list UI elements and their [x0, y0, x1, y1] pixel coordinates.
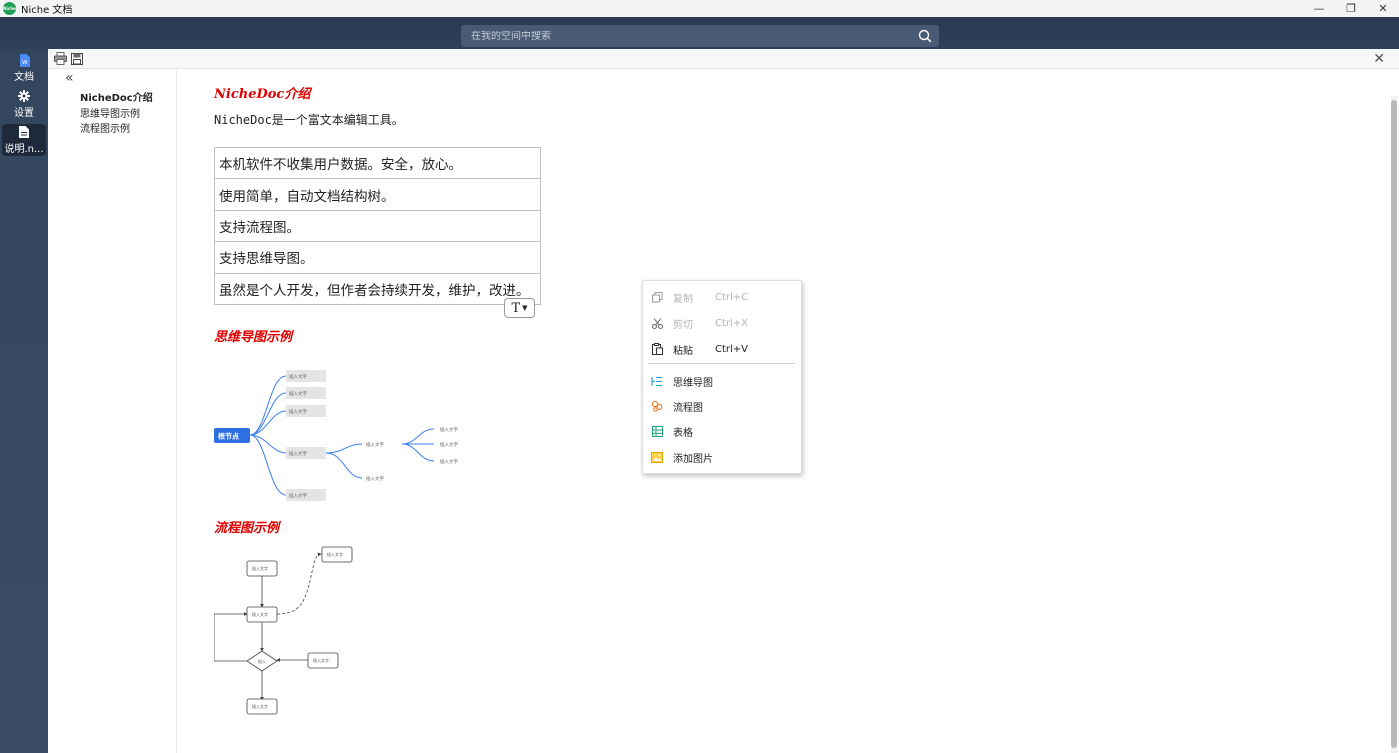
- menu-item-table[interactable]: 表格: [643, 420, 801, 442]
- menu-item-mindmap[interactable]: 思维导图: [643, 370, 801, 392]
- app-title: Niche 文档: [21, 5, 73, 16]
- mindmap-diagram[interactable]: 根节点 插入文字 插入文字 插入文字 插入文字 插入文字 插入文字 插入文字 插…: [214, 367, 474, 505]
- search-icon[interactable]: [914, 25, 936, 47]
- window-controls: — ❐ ✕: [1303, 0, 1399, 17]
- heading-intro: NicheDoc介绍: [214, 87, 311, 102]
- close-icon[interactable]: ✕: [1373, 51, 1385, 67]
- menu-item-copy[interactable]: 复制 Ctrl+C: [643, 286, 801, 308]
- menu-item-label: 复制: [673, 293, 693, 305]
- menu-separator: [649, 363, 795, 364]
- heading-flowchart: 流程图示例: [214, 521, 280, 536]
- scrollbar-thumb[interactable]: [1391, 100, 1397, 748]
- app-logo: Niche: [3, 2, 16, 15]
- flowchart-diagram[interactable]: 插入文字 插入文字 插入 插入文字 插入文字 插入文字: [214, 545, 364, 717]
- menu-item-label: 粘贴: [673, 345, 693, 357]
- paste-icon: [650, 342, 664, 356]
- search-input[interactable]: [461, 30, 914, 42]
- table-cell[interactable]: 本机软件不收集用户数据。安全，放心。: [214, 146, 541, 180]
- table-row: 支持思维导图。: [214, 241, 541, 274]
- toc-item-flowchart[interactable]: 流程图示例: [80, 120, 130, 135]
- mindmap-node-label[interactable]: 插入文字: [440, 441, 458, 448]
- mindmap-icon: [650, 374, 664, 388]
- word-doc-icon: W: [19, 53, 30, 67]
- mindmap-root-label: 根节点: [218, 432, 239, 441]
- header-bar: [0, 17, 1399, 49]
- table-cell[interactable]: 支持流程图。: [214, 209, 541, 243]
- copy-icon: [650, 290, 664, 304]
- chevron-down-icon: ▼: [522, 304, 528, 312]
- svg-text:W: W: [22, 60, 28, 66]
- menu-item-label: 流程图: [673, 402, 703, 414]
- nav-item-docs[interactable]: W 文档: [2, 52, 46, 84]
- table-row: 使用简单，自动文档结构树。: [214, 178, 541, 211]
- menu-item-label: 添加图片: [673, 453, 713, 465]
- menu-item-add-image[interactable]: 添加图片: [643, 446, 801, 468]
- outline-panel: « NicheDoc介绍 思维导图示例 流程图示例: [48, 70, 177, 753]
- minimize-button[interactable]: —: [1303, 0, 1335, 17]
- table-cell[interactable]: 使用简单，自动文档结构树。: [214, 178, 541, 211]
- table-row: 支持流程图。: [214, 209, 541, 243]
- flowchart-node-label: 插入文字: [252, 703, 268, 709]
- mindmap-node-label: 插入文字: [289, 373, 307, 380]
- heading-mindmap: 思维导图示例: [214, 330, 293, 345]
- collapse-outline-button[interactable]: «: [65, 70, 74, 86]
- title-bar: Niche Niche 文档 — ❐ ✕: [0, 0, 1399, 17]
- menu-item-paste[interactable]: 粘贴 Ctrl+V: [643, 338, 801, 360]
- nav-item-settings[interactable]: 设置: [2, 88, 46, 120]
- save-icon[interactable]: [70, 52, 84, 66]
- menu-item-shortcut: Ctrl+X: [715, 317, 749, 329]
- flowchart-node-label: 插入文字: [252, 565, 268, 571]
- mindmap-node-label: 插入文字: [289, 450, 307, 457]
- intro-paragraph: NicheDoc是一个富文本编辑工具。: [214, 113, 404, 127]
- nav-item-label: 说明.n...: [4, 143, 44, 155]
- table-icon: [650, 424, 664, 438]
- nav-item-readme[interactable]: 说明.n...: [2, 124, 46, 156]
- flowchart-node-label: 插入文字: [252, 611, 268, 617]
- menu-item-label: 剪切: [673, 319, 693, 331]
- menu-item-label: 思维导图: [673, 377, 713, 389]
- mindmap-node-label[interactable]: 插入文字: [366, 441, 384, 448]
- feature-table: 本机软件不收集用户数据。安全，放心。 使用简单，自动文档结构树。 支持流程图。 …: [214, 146, 541, 305]
- panel-toolbar: ✕: [48, 49, 1399, 69]
- nav-item-label: 设置: [14, 107, 34, 119]
- flowchart-node-label: 插入文字: [327, 551, 343, 557]
- image-icon: [650, 450, 664, 464]
- context-menu: 复制 Ctrl+C 剪切 Ctrl+X 粘贴 Ctrl+V 思维导图 流程图 表…: [642, 280, 802, 474]
- mindmap-node-label: 插入文字: [289, 492, 307, 499]
- table-cell[interactable]: 支持思维导图。: [214, 241, 541, 274]
- left-nav: W 文档 设置 说明.n...: [0, 49, 48, 753]
- menu-item-shortcut: Ctrl+V: [715, 343, 749, 355]
- mindmap-node-label[interactable]: 插入文字: [366, 475, 384, 482]
- mindmap-node-label[interactable]: 插入文字: [440, 426, 458, 433]
- file-icon: [19, 126, 29, 139]
- maximize-button[interactable]: ❐: [1335, 0, 1367, 17]
- flowchart-decision-label: 插入: [258, 658, 266, 664]
- text-format-button[interactable]: T ▼: [504, 298, 535, 318]
- toc-item-mindmap[interactable]: 思维导图示例: [80, 105, 140, 120]
- menu-item-shortcut: Ctrl+C: [715, 291, 749, 303]
- print-icon[interactable]: [53, 52, 67, 66]
- mindmap-node-label: 插入文字: [289, 408, 307, 415]
- menu-item-cut[interactable]: 剪切 Ctrl+X: [643, 312, 801, 334]
- search-box: [461, 25, 939, 47]
- table-row: 虽然是个人开发，但作者会持续开发，维护，改进。: [214, 272, 541, 305]
- nav-item-label: 文档: [14, 71, 34, 83]
- mindmap-node-label: 插入文字: [289, 390, 307, 397]
- flowchart-icon: [650, 399, 664, 413]
- toc-item-intro[interactable]: NicheDoc介绍: [80, 89, 153, 104]
- gear-icon: [18, 90, 30, 103]
- mindmap-node-label[interactable]: 插入文字: [440, 458, 458, 465]
- scissors-icon: [650, 316, 664, 330]
- table-row: 本机软件不收集用户数据。安全，放心。: [214, 146, 541, 180]
- close-window-button[interactable]: ✕: [1367, 0, 1399, 17]
- menu-item-label: 表格: [673, 427, 693, 439]
- flowchart-node-label: 插入文字: [313, 657, 329, 663]
- table-cell[interactable]: 虽然是个人开发，但作者会持续开发，维护，改进。: [214, 272, 541, 305]
- vertical-scrollbar[interactable]: [1391, 96, 1397, 753]
- menu-item-flowchart[interactable]: 流程图: [643, 395, 801, 417]
- text-format-icon: T: [511, 300, 521, 316]
